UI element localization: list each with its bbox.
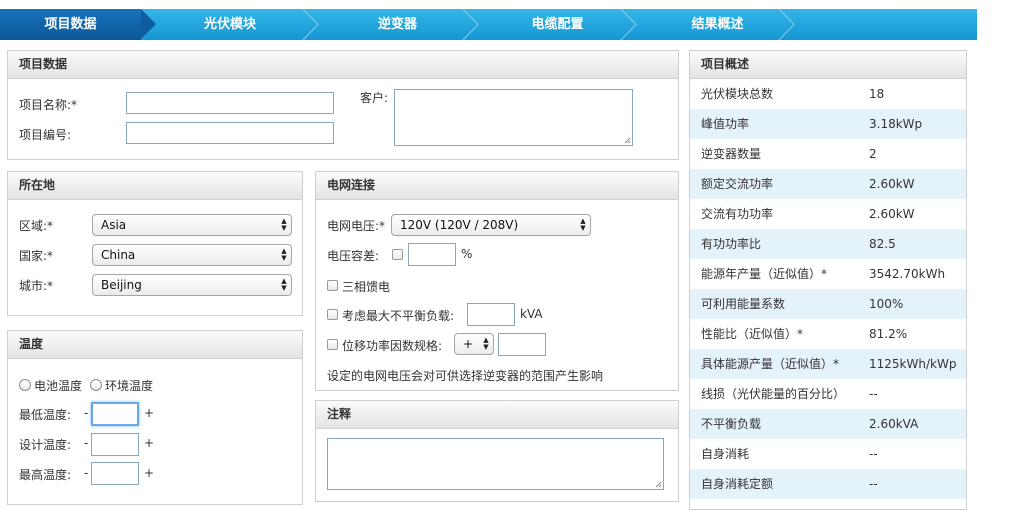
tab-pv-modules[interactable]: 光伏模块 — [160, 9, 300, 40]
tab-result-overview[interactable]: 结果概述 — [640, 9, 795, 40]
ambient-temperature-radio[interactable] — [90, 379, 102, 391]
voltage-tolerance-input[interactable] — [408, 243, 456, 266]
project-summary-panel: 项目概述 光伏模块总数 18 峰值功率 3.18kWp 逆变器数量 2 额定交流功率 2… — [689, 50, 967, 510]
plus-sign: + — [144, 466, 155, 480]
notes-panel: 注释 — [315, 400, 679, 502]
panel-title: 温度 — [8, 331, 302, 359]
grid-voltage-note: 设定的电网电压会对可供选择逆变器的范围产生影响 — [327, 369, 604, 383]
location-panel: 所在地 区域:* Asia ▲ ▼ 国家:* China ▲ ▼ 城市:* Beij… — [7, 171, 303, 316]
max-unbalance-label: 考虑最大不平衡负载: — [342, 309, 455, 323]
summary-row: 逆变器数量 2 — [701, 147, 877, 161]
summary-row: 性能比（近似值）* 81.2% — [701, 327, 908, 341]
displacement-pf-input[interactable] — [498, 333, 546, 356]
tab-separator-chevron-icon — [302, 9, 320, 40]
panel-title: 注释 — [316, 401, 678, 429]
tab-separator-chevron-icon — [778, 9, 796, 40]
minus-sign: - — [84, 406, 89, 420]
summary-row: 能源年产量（近似值）* 3542.70kWh — [701, 267, 946, 281]
country-label: 国家:* — [19, 249, 54, 263]
percent-unit: % — [461, 247, 473, 261]
client-textarea[interactable] — [394, 89, 633, 146]
project-name-input[interactable] — [126, 92, 334, 114]
summary-row: 峰值功率 3.18kWp — [690, 109, 966, 139]
region-label: 区域:* — [19, 219, 54, 233]
three-phase-label: 三相馈电 — [342, 280, 391, 294]
resize-grip-icon[interactable] — [624, 137, 631, 144]
panel-title: 所在地 — [8, 172, 302, 200]
tab-project-data[interactable]: 项目数据 — [0, 9, 141, 40]
cell-temperature-radio[interactable] — [19, 379, 31, 391]
ambient-temperature-label: 环境温度 — [105, 379, 154, 393]
select-updown-arrows-icon: ▲ ▼ — [281, 277, 287, 292]
minus-sign: - — [84, 466, 89, 480]
project-name-label: 项目名称:* — [19, 98, 78, 112]
country-select[interactable]: China ▲ ▼ — [92, 244, 292, 266]
design-temperature-label: 设计温度: — [19, 438, 72, 452]
summary-row: 自身消耗定额 -- — [690, 469, 966, 499]
pf-sign-select[interactable]: + ▲ ▼ — [454, 333, 494, 355]
grid-voltage-label: 电网电压:* — [327, 219, 386, 233]
select-updown-arrows-icon: ▲ ▼ — [281, 217, 287, 232]
tab-active-arrow — [141, 9, 156, 39]
client-label: 客户: — [360, 91, 389, 105]
summary-row: 自身消耗 -- — [701, 447, 878, 461]
panel-title: 项目概述 — [690, 51, 966, 79]
displacement-pf-label: 位移功率因数规格: — [342, 339, 443, 353]
tab-separator-chevron-icon — [620, 9, 638, 40]
summary-row: 交流有功功率 2.60kW — [701, 207, 915, 221]
plus-sign: + — [144, 436, 155, 450]
temperature-panel: 温度 电池温度 环境温度 最低温度: - + 设计温度: - + 最高温度: -… — [7, 330, 303, 505]
panel-title: 电网连接 — [316, 172, 678, 200]
project-number-input[interactable] — [126, 122, 334, 144]
summary-row: 有功功率比 82.5 — [690, 229, 966, 259]
select-updown-arrows-icon: ▲ ▼ — [281, 247, 287, 262]
panel-title: 项目数据 — [8, 51, 678, 79]
three-phase-checkbox[interactable] — [327, 280, 338, 291]
wizard-tab-bar: 项目数据 光伏模块 逆变器 电缆配置 结果概述 — [0, 9, 977, 40]
max-unbalance-checkbox[interactable] — [327, 309, 338, 320]
tab-separator-chevron-icon — [462, 9, 480, 40]
min-temperature-label: 最低温度: — [19, 408, 72, 422]
kva-unit: kVA — [520, 307, 543, 321]
tab-cable-config[interactable]: 电缆配置 — [480, 9, 635, 40]
summary-row: 具体能源产量（近似值）* 1125kWh/kWp — [690, 349, 966, 379]
project-number-label: 项目编号: — [19, 128, 72, 142]
city-label: 城市:* — [19, 279, 54, 293]
minus-sign: - — [84, 436, 89, 450]
summary-row: 不平衡负载 2.60kVA — [690, 409, 966, 439]
grid-voltage-select[interactable]: 120V (120V / 208V) ▲ ▼ — [391, 214, 591, 236]
min-temperature-input[interactable] — [91, 402, 139, 426]
displacement-pf-checkbox[interactable] — [327, 339, 338, 350]
tab-inverter[interactable]: 逆变器 — [320, 9, 475, 40]
notes-textarea[interactable] — [327, 438, 664, 490]
plus-sign: + — [144, 406, 155, 420]
summary-row: 线损（光伏能量的百分比） -- — [701, 387, 878, 401]
design-temperature-input[interactable] — [91, 433, 139, 456]
region-select[interactable]: Asia ▲ ▼ — [92, 214, 292, 236]
max-temperature-input[interactable] — [91, 462, 139, 485]
max-unbalance-input[interactable] — [467, 303, 515, 326]
cell-temperature-label: 电池温度 — [34, 379, 83, 393]
summary-row: 可利用能量系数 100% — [690, 289, 966, 319]
resize-grip-icon[interactable] — [655, 481, 662, 488]
max-temperature-label: 最高温度: — [19, 468, 72, 482]
voltage-tolerance-label: 电压容差: — [327, 249, 380, 263]
select-updown-arrows-icon: ▲ ▼ — [483, 336, 489, 351]
project-data-panel: 项目数据 项目名称:* 项目编号: 客户: — [7, 50, 679, 160]
summary-row: 光伏模块总数 18 — [701, 87, 885, 101]
select-updown-arrows-icon: ▲ ▼ — [580, 217, 586, 232]
grid-connection-panel: 电网连接 电网电压:* 120V (120V / 208V) ▲ ▼ 电压容差: … — [315, 171, 679, 391]
voltage-tolerance-checkbox[interactable] — [392, 249, 403, 260]
summary-row: 额定交流功率 2.60kW — [690, 169, 966, 199]
city-select[interactable]: Beijing ▲ ▼ — [92, 274, 292, 296]
